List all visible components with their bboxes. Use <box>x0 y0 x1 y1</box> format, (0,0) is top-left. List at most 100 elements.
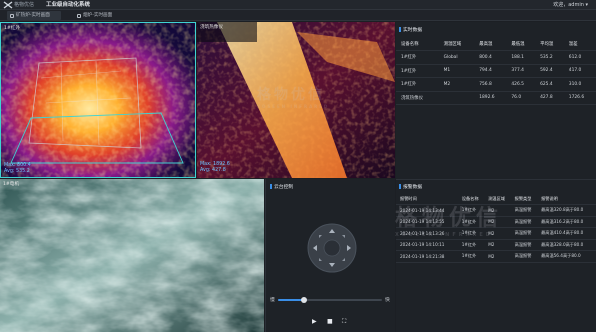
table-cell: 最高温320.8高于80.0 <box>541 207 584 213</box>
table-cell: 417.0 <box>568 68 582 74</box>
table-cell: 310.0 <box>568 81 582 87</box>
video-label: 1#红外 <box>4 26 20 31</box>
table-header-row: 设备名称 测温区域 最高温 最低温 平均温 温差 <box>396 37 596 51</box>
table-cell: 最高温410.4高于80.0 <box>541 230 584 236</box>
thermal-image <box>1 23 195 177</box>
column-header: 测温区域 <box>443 41 462 47</box>
table-cell: 625.4 <box>540 81 553 87</box>
table-cell <box>439 91 475 105</box>
table-cell: 1#红外 <box>461 253 477 259</box>
table-cell: M2 <box>488 219 495 225</box>
table-cell: 2024-01-19 14:13:55 <box>400 219 445 225</box>
column-header: 设备名称 <box>401 41 419 47</box>
table-cell: 最高温328.0高于80.0 <box>541 241 584 247</box>
table-row[interactable]: 1#红外 M1 794.4 377.4 592.4 417.0 <box>396 64 596 78</box>
table-row[interactable]: 2024-01-19 14:13:44 1#红外 M2 高温报警 最高温320.8高于8… <box>396 205 596 216</box>
alarm-data-panel: 报警数据 报警时间 设备名称 测温区域 报警类型 报警说明 2024-01-19… <box>396 179 596 332</box>
speed-slider-handle[interactable] <box>301 297 307 303</box>
table-cell: M2 <box>488 242 495 248</box>
column-header: 设备名称 <box>461 195 479 201</box>
table-cell: M2 <box>488 253 495 259</box>
user-label: 欢迎，admin <box>553 2 584 8</box>
table-cell: 2024-01-19 14:13:44 <box>400 207 445 213</box>
column-header: 平均温 <box>540 41 554 47</box>
table-cell: 426.5 <box>511 81 524 87</box>
column-header: 报警时间 <box>400 195 417 201</box>
table-cell: 756.8 <box>479 81 492 87</box>
avg-temp-readout: Avg: 535.2 <box>4 169 30 174</box>
monitor-icon <box>10 13 14 18</box>
table-cell: 1#红外 <box>461 230 477 236</box>
table-cell: 794.4 <box>479 68 492 74</box>
avg-temp-readout: Avg: 427.8 <box>200 168 226 173</box>
thermal-image <box>197 22 395 178</box>
top-bar: 格物优信 工业级自动化系统 欢迎，admin ▾ <box>0 0 596 10</box>
table-row[interactable]: 2024-01-19 14:10:11 1#红外 M2 高温报警 最高温328.0高于8… <box>396 239 596 251</box>
table-cell: 76.0 <box>511 95 522 101</box>
table-cell: 最高温316.2高于80.0 <box>541 218 584 224</box>
column-header: 最低温 <box>511 41 525 47</box>
table-row[interactable]: 1#红外 M2 756.8 426.5 625.4 310.0 <box>396 78 596 91</box>
column-header: 最高温 <box>479 41 493 47</box>
chevron-down-icon: ▾ <box>585 2 588 8</box>
video-panel-motor[interactable]: 1#电机 <box>0 179 264 332</box>
brand-name: 格物优信 <box>14 2 35 8</box>
column-header: 温差 <box>568 41 578 47</box>
table-cell: 612.0 <box>568 54 582 60</box>
speed-slider[interactable] <box>278 297 382 303</box>
table-cell: M2 <box>443 81 451 87</box>
table-cell: 2024-01-19 14:10:11 <box>400 242 445 248</box>
slow-label: 慢 <box>270 298 275 303</box>
column-header: 报警说明 <box>541 195 558 201</box>
table-row[interactable]: 2024-01-19 14:21:38 1#红外 M2 高温报警 最高温56.4高于80… <box>396 251 596 262</box>
fast-label: 快 <box>385 298 390 303</box>
play-icon[interactable]: ▶ <box>312 318 317 325</box>
realtime-data-panel: 实时数据 设备名称 测温区域 最高温 最低温 平均温 温差 1#红外 Global… <box>396 22 596 179</box>
alarm-table: 报警时间 设备名称 测温区域 报警类型 报警说明 2024-01-19 14:1… <box>396 193 596 263</box>
logo-icon <box>3 1 13 9</box>
table-cell: 2024-01-19 14:13:26 <box>400 230 445 236</box>
table-cell: 1#红外 <box>461 218 477 224</box>
video-panel-pouring[interactable]: 浇筑热像仪 Max: 1892.6 Avg: 427.8 格物优信 XOSEEN… <box>197 22 395 178</box>
tab-label: 烟炉-实时画面 <box>83 13 113 18</box>
column-header: 测温区域 <box>488 195 505 201</box>
table-row[interactable]: 2024-01-19 14:13:26 1#红外 M2 高温报警 最高温410.4高于8… <box>396 228 596 239</box>
table-cell: 最高温56.4高于80.0 <box>541 253 581 259</box>
table-cell: 1#红外 <box>401 68 417 74</box>
table-cell: 高温报警 <box>514 253 532 259</box>
table-row[interactable]: 浇筑热像仪 1892.6 76.0 427.8 1726.6 <box>396 91 596 105</box>
stop-icon[interactable]: ■ <box>327 318 333 325</box>
user-menu[interactable]: 欢迎，admin ▾ <box>553 2 588 9</box>
table-cell: M2 <box>488 230 495 236</box>
fullscreen-icon[interactable]: ⛶ <box>342 318 346 326</box>
monitor-icon <box>77 13 81 18</box>
table-cell: 1726.6 <box>568 95 585 101</box>
table-cell: 浇筑热像仪 <box>401 95 423 101</box>
column-header: 报警类型 <box>514 195 532 201</box>
table-row[interactable]: 2024-01-19 14:13:55 1#红外 M2 高温报警 最高温316.2高于8… <box>396 216 596 228</box>
panel-title: 云台控制 <box>269 184 294 190</box>
table-row[interactable]: 1#红外 Global 800.4 188.1 535.2 612.0 <box>396 51 596 64</box>
table-cell: 高温报警 <box>514 241 532 247</box>
table-cell: M1 <box>443 68 451 74</box>
table-cell: 1#红外 <box>401 55 417 61</box>
table-cell: 188.1 <box>511 54 524 60</box>
tab-smelter-live[interactable]: 烟炉-实时画面 <box>74 11 124 20</box>
table-cell: 高温报警 <box>514 230 532 236</box>
video-panel-ir1[interactable]: 1#红外 Max: 800.4 Avg: 535.2 <box>0 22 196 178</box>
table-cell: Global <box>443 54 458 60</box>
system-title: 工业级自动化系统 <box>46 2 91 8</box>
table-cell: 427.8 <box>540 95 553 101</box>
realtime-table: 设备名称 测温区域 最高温 最低温 平均温 温差 1#红外 Global 800.4… <box>396 37 596 105</box>
tab-bar: 矿热炉-实时画面 烟炉-实时画面 <box>0 10 596 21</box>
panel-title: 实时数据 <box>398 27 423 33</box>
table-cell: 592.4 <box>540 68 553 74</box>
table-cell: 1892.6 <box>479 95 495 101</box>
tab-furnace-live[interactable]: 矿热炉-实时画面 <box>7 11 61 20</box>
table-cell: 1#红外 <box>461 241 477 247</box>
tab-label: 矿热炉-实时画面 <box>16 13 50 18</box>
table-cell: 高温报警 <box>514 207 532 213</box>
table-header-row: 报警时间 设备名称 测温区域 报警类型 报警说明 <box>396 193 596 205</box>
panel-title: 报警数据 <box>398 184 423 190</box>
direction-pad[interactable] <box>307 223 357 273</box>
